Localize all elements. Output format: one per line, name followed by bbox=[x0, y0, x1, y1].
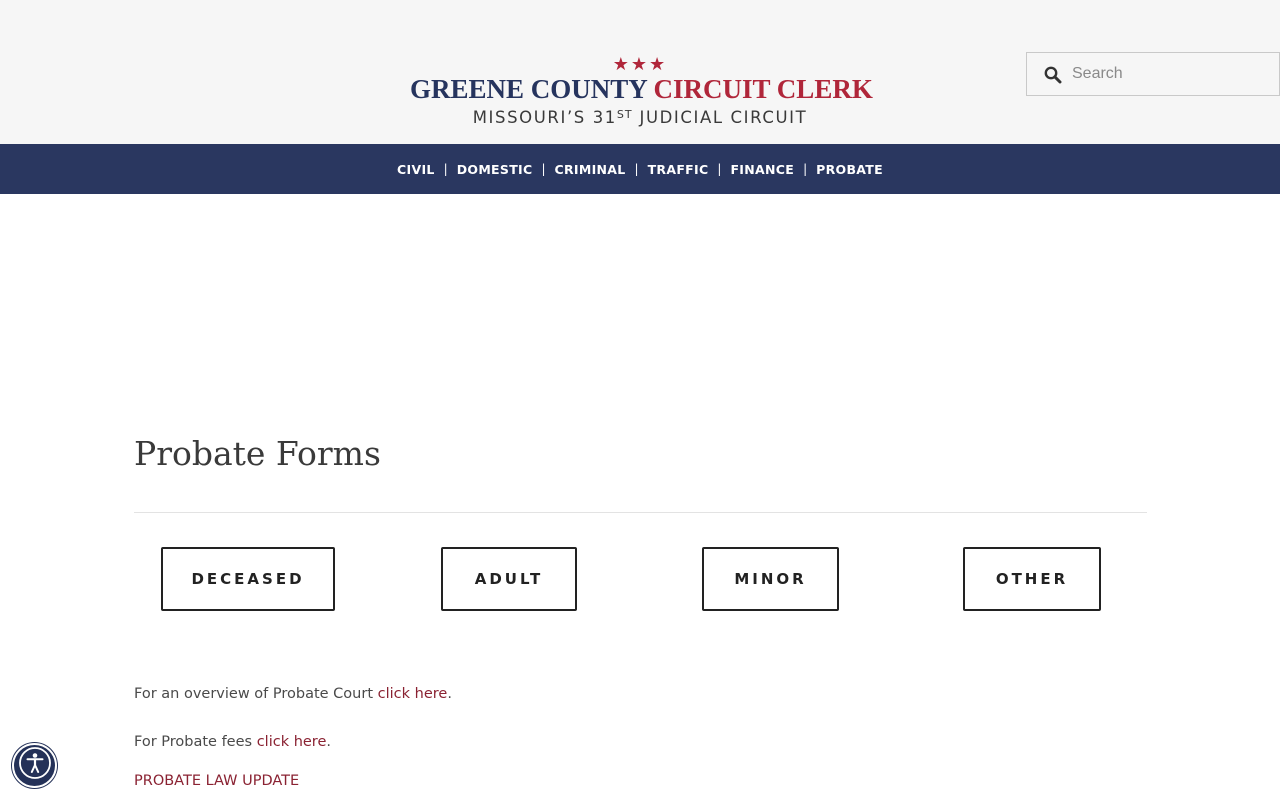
fees-text: For Probate fees click here. bbox=[134, 734, 331, 750]
logo-stars: ★★★ bbox=[612, 54, 668, 74]
search-icon[interactable] bbox=[1044, 66, 1062, 84]
page-title: Probate Forms bbox=[134, 434, 381, 473]
logo-subtitle-sup: ST bbox=[616, 108, 633, 121]
fees-period: . bbox=[326, 734, 331, 750]
nav-separator: | bbox=[803, 162, 808, 176]
logo-title: GREENE COUNTY CIRCUIT CLERK bbox=[410, 74, 873, 104]
main-nav: CIVIL | DOMESTIC | CRIMINAL | TRAFFIC | … bbox=[0, 144, 1280, 194]
fees-label: For Probate fees bbox=[134, 734, 257, 750]
accessibility-icon bbox=[18, 746, 52, 785]
deceased-button[interactable]: DECEASED bbox=[161, 547, 335, 611]
logo-title-county: GREENE COUNTY bbox=[410, 74, 647, 104]
accessibility-button[interactable] bbox=[12, 743, 57, 788]
minor-button[interactable]: MINOR bbox=[702, 547, 839, 611]
search-input[interactable] bbox=[1072, 53, 1272, 95]
other-button[interactable]: OTHER bbox=[963, 547, 1101, 611]
site-logo[interactable]: ★★★ GREENE COUNTY CIRCUIT CLERK MISSOURI… bbox=[410, 54, 873, 130]
nav-item-finance[interactable]: FINANCE bbox=[730, 162, 794, 177]
nav-item-probate[interactable]: PROBATE bbox=[816, 162, 883, 177]
overview-period: . bbox=[447, 686, 452, 702]
nav-separator: | bbox=[443, 162, 448, 176]
logo-subtitle: MISSOURI’S 31ST JUDICIAL CIRCUIT bbox=[410, 104, 870, 129]
probate-law-update-link[interactable]: PROBATE LAW UPDATE bbox=[134, 773, 299, 789]
nav-separator: | bbox=[717, 162, 722, 176]
overview-link[interactable]: click here bbox=[378, 686, 448, 702]
logo-subtitle-end: JUDICIAL CIRCUIT bbox=[639, 108, 808, 127]
logo-subtitle-main: MISSOURI’S 31 bbox=[472, 108, 617, 127]
nav-item-civil[interactable]: CIVIL bbox=[397, 162, 435, 177]
nav-item-criminal[interactable]: CRIMINAL bbox=[555, 162, 626, 177]
nav-item-traffic[interactable]: TRAFFIC bbox=[648, 162, 709, 177]
nav-item-domestic[interactable]: DOMESTIC bbox=[457, 162, 533, 177]
overview-label: For an overview of Probate Court bbox=[134, 686, 378, 702]
overview-text: For an overview of Probate Court click h… bbox=[134, 686, 452, 702]
nav-separator: | bbox=[634, 162, 639, 176]
site-header: ★★★ GREENE COUNTY CIRCUIT CLERK MISSOURI… bbox=[0, 0, 1280, 144]
title-divider bbox=[134, 512, 1147, 513]
nav-separator: | bbox=[541, 162, 546, 176]
adult-button[interactable]: ADULT bbox=[441, 547, 577, 611]
logo-title-clerk: CIRCUIT CLERK bbox=[653, 74, 873, 104]
fees-link[interactable]: click here bbox=[257, 734, 327, 750]
search-box bbox=[1026, 52, 1280, 96]
